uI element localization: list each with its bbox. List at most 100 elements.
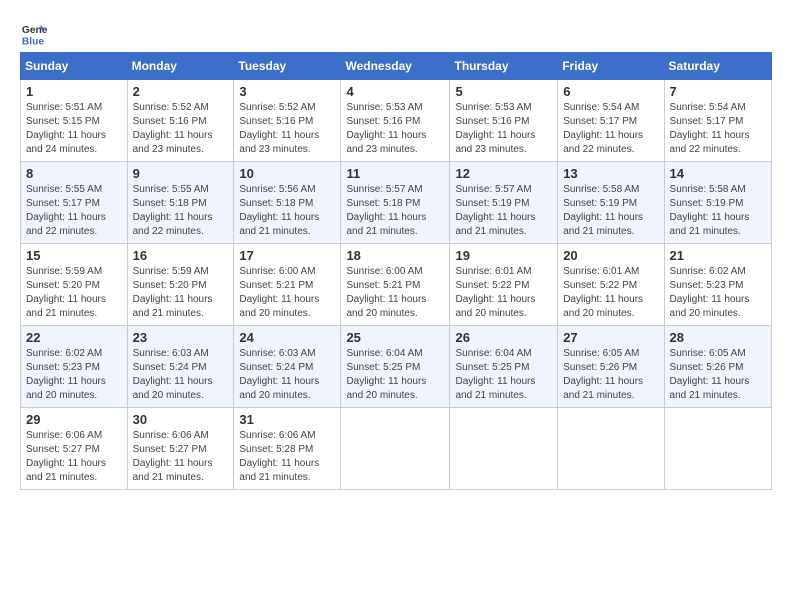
calendar-cell: 25Sunrise: 6:04 AM Sunset: 5:25 PM Dayli… [341,326,450,408]
weekday-header-friday: Friday [558,53,664,80]
day-number: 6 [563,84,658,99]
day-number: 30 [133,412,229,427]
day-number: 27 [563,330,658,345]
calendar-cell: 11 Sunrise: 5:57 AM Sunset: 5:18 PM Dayli… [341,162,450,244]
weekday-header-sunday: Sunday [21,53,128,80]
day-info: Sunrise: 6:06 AM Sunset: 5:27 PM Dayligh… [133,429,229,485]
calendar-cell: 7Sunrise: 5:54 AM Sunset: 5:17 PM Daylig… [664,80,771,162]
calendar-cell [664,408,771,490]
calendar-week-row: 8 Sunrise: 5:55 AM Sunset: 5:17 PM Daylig… [21,162,772,244]
day-info: Sunrise: 6:06 AM Sunset: 5:28 PM Dayligh… [239,429,335,485]
day-info: Sunrise: 5:59 AM Sunset: 5:20 PM Dayligh… [26,265,122,321]
calendar-cell: 14Sunrise: 5:58 AM Sunset: 5:19 PM Dayli… [664,162,771,244]
day-number: 9 [133,166,229,181]
day-info: Sunrise: 5:57 AM Sunset: 5:18 PM Dayligh… [346,183,444,239]
day-info: Sunrise: 5:59 AM Sunset: 5:20 PM Dayligh… [133,265,229,321]
day-number: 16 [133,248,229,263]
day-info: Sunrise: 5:58 AM Sunset: 5:19 PM Dayligh… [670,183,766,239]
calendar-body: 1 Sunrise: 5:51 AM Sunset: 5:15 PM Daylig… [21,80,772,490]
calendar-cell: 18Sunrise: 6:00 AM Sunset: 5:21 PM Dayli… [341,244,450,326]
calendar-cell: 27Sunrise: 6:05 AM Sunset: 5:26 PM Dayli… [558,326,664,408]
day-number: 23 [133,330,229,345]
calendar-cell: 2Sunrise: 5:52 AM Sunset: 5:16 PM Daylig… [127,80,234,162]
calendar-cell: 8 Sunrise: 5:55 AM Sunset: 5:17 PM Daylig… [21,162,128,244]
calendar-cell: 28 Sunrise: 6:05 AM Sunset: 5:26 PM Dayli… [664,326,771,408]
calendar-week-row: 22 Sunrise: 6:02 AM Sunset: 5:23 PM Dayli… [21,326,772,408]
weekday-header-row: SundayMondayTuesdayWednesdayThursdayFrid… [21,53,772,80]
calendar-cell: 5 Sunrise: 5:53 AM Sunset: 5:16 PM Daylig… [450,80,558,162]
weekday-header-monday: Monday [127,53,234,80]
day-info: Sunrise: 6:01 AM Sunset: 5:22 PM Dayligh… [563,265,658,321]
weekday-header-saturday: Saturday [664,53,771,80]
calendar-cell: 19 Sunrise: 6:01 AM Sunset: 5:22 PM Dayli… [450,244,558,326]
day-number: 3 [239,84,335,99]
day-number: 4 [346,84,444,99]
day-info: Sunrise: 6:02 AM Sunset: 5:23 PM Dayligh… [26,347,122,403]
calendar-header: SundayMondayTuesdayWednesdayThursdayFrid… [21,53,772,80]
day-number: 2 [133,84,229,99]
day-number: 28 [670,330,766,345]
day-info: Sunrise: 5:56 AM Sunset: 5:18 PM Dayligh… [239,183,335,239]
calendar-cell: 16 Sunrise: 5:59 AM Sunset: 5:20 PM Dayli… [127,244,234,326]
calendar-cell [450,408,558,490]
day-number: 22 [26,330,122,345]
day-number: 10 [239,166,335,181]
calendar-cell: 24 Sunrise: 6:03 AM Sunset: 5:24 PM Dayli… [234,326,341,408]
calendar-cell: 22 Sunrise: 6:02 AM Sunset: 5:23 PM Dayli… [21,326,128,408]
day-info: Sunrise: 6:01 AM Sunset: 5:22 PM Dayligh… [455,265,552,321]
calendar-cell [341,408,450,490]
day-info: Sunrise: 5:53 AM Sunset: 5:16 PM Dayligh… [455,101,552,157]
day-number: 15 [26,248,122,263]
day-number: 13 [563,166,658,181]
day-info: Sunrise: 5:55 AM Sunset: 5:18 PM Dayligh… [133,183,229,239]
calendar-week-row: 29 Sunrise: 6:06 AM Sunset: 5:27 PM Dayli… [21,408,772,490]
day-number: 20 [563,248,658,263]
calendar-cell: 10 Sunrise: 5:56 AM Sunset: 5:18 PM Dayli… [234,162,341,244]
day-info: Sunrise: 5:55 AM Sunset: 5:17 PM Dayligh… [26,183,122,239]
calendar-cell: 1 Sunrise: 5:51 AM Sunset: 5:15 PM Daylig… [21,80,128,162]
page-header: General Blue [20,20,772,48]
day-info: Sunrise: 5:52 AM Sunset: 5:16 PM Dayligh… [239,101,335,157]
calendar-cell: 17Sunrise: 6:00 AM Sunset: 5:21 PM Dayli… [234,244,341,326]
svg-text:General: General [22,25,48,36]
calendar-cell: 9 Sunrise: 5:55 AM Sunset: 5:18 PM Daylig… [127,162,234,244]
day-info: Sunrise: 6:06 AM Sunset: 5:27 PM Dayligh… [26,429,122,485]
day-info: Sunrise: 5:57 AM Sunset: 5:19 PM Dayligh… [455,183,552,239]
day-info: Sunrise: 6:00 AM Sunset: 5:21 PM Dayligh… [239,265,335,321]
day-number: 18 [346,248,444,263]
calendar-cell: 26 Sunrise: 6:04 AM Sunset: 5:25 PM Dayli… [450,326,558,408]
day-number: 1 [26,84,122,99]
day-info: Sunrise: 6:03 AM Sunset: 5:24 PM Dayligh… [239,347,335,403]
calendar-cell: 29 Sunrise: 6:06 AM Sunset: 5:27 PM Dayli… [21,408,128,490]
logo: General Blue [20,20,48,48]
day-number: 5 [455,84,552,99]
day-number: 19 [455,248,552,263]
day-number: 11 [346,166,444,181]
day-number: 31 [239,412,335,427]
day-number: 26 [455,330,552,345]
day-info: Sunrise: 5:54 AM Sunset: 5:17 PM Dayligh… [563,101,658,157]
calendar-cell: 20 Sunrise: 6:01 AM Sunset: 5:22 PM Dayli… [558,244,664,326]
weekday-header-thursday: Thursday [450,53,558,80]
calendar-cell: 12 Sunrise: 5:57 AM Sunset: 5:19 PM Dayli… [450,162,558,244]
weekday-header-tuesday: Tuesday [234,53,341,80]
day-info: Sunrise: 5:53 AM Sunset: 5:16 PM Dayligh… [346,101,444,157]
calendar-week-row: 15 Sunrise: 5:59 AM Sunset: 5:20 PM Dayli… [21,244,772,326]
day-info: Sunrise: 6:02 AM Sunset: 5:23 PM Dayligh… [670,265,766,321]
calendar-cell: 15 Sunrise: 5:59 AM Sunset: 5:20 PM Dayli… [21,244,128,326]
day-info: Sunrise: 5:51 AM Sunset: 5:15 PM Dayligh… [26,101,122,157]
calendar-cell: 23Sunrise: 6:03 AM Sunset: 5:24 PM Dayli… [127,326,234,408]
calendar-cell: 13Sunrise: 5:58 AM Sunset: 5:19 PM Dayli… [558,162,664,244]
day-number: 29 [26,412,122,427]
calendar-cell: 21Sunrise: 6:02 AM Sunset: 5:23 PM Dayli… [664,244,771,326]
svg-text:Blue: Blue [22,36,45,47]
day-info: Sunrise: 6:04 AM Sunset: 5:25 PM Dayligh… [455,347,552,403]
day-number: 24 [239,330,335,345]
day-number: 25 [346,330,444,345]
day-number: 12 [455,166,552,181]
weekday-header-wednesday: Wednesday [341,53,450,80]
day-number: 8 [26,166,122,181]
day-info: Sunrise: 6:05 AM Sunset: 5:26 PM Dayligh… [670,347,766,403]
logo-icon: General Blue [20,20,48,48]
calendar-cell: 6 Sunrise: 5:54 AM Sunset: 5:17 PM Daylig… [558,80,664,162]
